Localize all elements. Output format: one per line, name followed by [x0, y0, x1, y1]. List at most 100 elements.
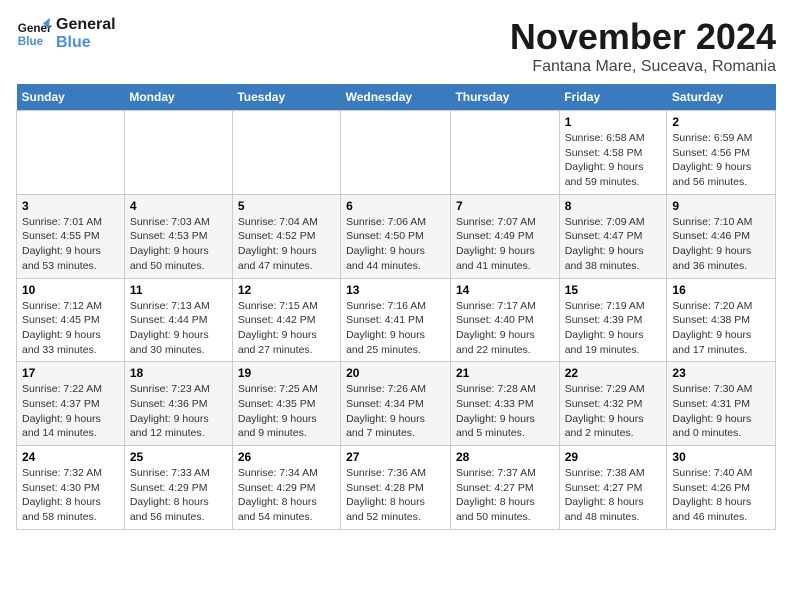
day-cell: 24Sunrise: 7:32 AM Sunset: 4:30 PM Dayli…: [17, 446, 125, 530]
calendar-header-row: SundayMondayTuesdayWednesdayThursdayFrid…: [17, 84, 776, 111]
day-cell: 15 Sunrise: 7:19 AM Sunset: 4:39 PM Dayli…: [559, 278, 667, 362]
location-title: Fantana Mare, Suceava, Romania: [510, 58, 776, 76]
day-cell: 5 Sunrise: 7:04 AM Sunset: 4:52 PM Daylig…: [232, 194, 340, 278]
day-cell: 4 Sunrise: 7:03 AM Sunset: 4:53 PM Daylig…: [124, 194, 232, 278]
day-cell: 3 Sunrise: 7:01 AM Sunset: 4:55 PM Daylig…: [17, 194, 125, 278]
day-info: Sunrise: 7:40 AM Sunset: 4:26 PM Dayligh…: [672, 466, 770, 525]
day-info: Sunrise: 7:26 AM Sunset: 4:34 PM Dayligh…: [346, 382, 445, 441]
week-row-3: 10Sunrise: 7:12 AM Sunset: 4:45 PM Dayli…: [17, 278, 776, 362]
day-info: Sunrise: 7:03 AM Sunset: 4:53 PM Dayligh…: [130, 215, 227, 274]
day-number: 9: [672, 199, 770, 213]
page-header: General Blue General Blue November 2024 …: [16, 16, 776, 76]
day-info: Sunrise: 7:36 AM Sunset: 4:28 PM Dayligh…: [346, 466, 445, 525]
day-info: Sunrise: 7:15 AM Sunset: 4:42 PM Dayligh…: [238, 299, 335, 358]
day-cell: 2 Sunrise: 6:59 AM Sunset: 4:56 PM Daylig…: [667, 111, 776, 195]
day-info: Sunrise: 7:20 AM Sunset: 4:38 PM Dayligh…: [672, 299, 770, 358]
day-cell: 17 Sunrise: 7:22 AM Sunset: 4:37 PM Dayli…: [17, 362, 125, 446]
day-number: 8: [565, 199, 662, 213]
day-info: Sunrise: 7:28 AM Sunset: 4:33 PM Dayligh…: [456, 382, 554, 441]
day-number: 1: [565, 115, 662, 129]
title-section: November 2024 Fantana Mare, Suceava, Rom…: [510, 16, 776, 76]
day-cell: 14 Sunrise: 7:17 AM Sunset: 4:40 PM Dayli…: [450, 278, 559, 362]
day-cell: 21 Sunrise: 7:28 AM Sunset: 4:33 PM Dayli…: [450, 362, 559, 446]
day-number: 28: [456, 450, 554, 464]
day-info: Sunrise: 6:58 AM Sunset: 4:58 PM Dayligh…: [565, 131, 662, 190]
day-cell: 29Sunrise: 7:38 AM Sunset: 4:27 PM Dayli…: [559, 446, 667, 530]
day-number: 4: [130, 199, 227, 213]
day-number: 17: [22, 366, 119, 380]
day-number: 20: [346, 366, 445, 380]
day-cell: 23 Sunrise: 7:30 AM Sunset: 4:31 PM Dayli…: [667, 362, 776, 446]
day-number: 21: [456, 366, 554, 380]
day-info: Sunrise: 7:33 AM Sunset: 4:29 PM Dayligh…: [130, 466, 227, 525]
day-cell: [124, 111, 232, 195]
day-cell: 30 Sunrise: 7:40 AM Sunset: 4:26 PM Dayli…: [667, 446, 776, 530]
month-title: November 2024: [510, 16, 776, 58]
day-number: 15: [565, 283, 662, 297]
day-number: 14: [456, 283, 554, 297]
day-info: Sunrise: 7:19 AM Sunset: 4:39 PM Dayligh…: [565, 299, 662, 358]
logo-icon: General Blue: [16, 16, 52, 52]
day-info: Sunrise: 7:29 AM Sunset: 4:32 PM Dayligh…: [565, 382, 662, 441]
week-row-1: 1 Sunrise: 6:58 AM Sunset: 4:58 PM Daylig…: [17, 111, 776, 195]
day-number: 3: [22, 199, 119, 213]
day-cell: 1 Sunrise: 6:58 AM Sunset: 4:58 PM Daylig…: [559, 111, 667, 195]
day-number: 5: [238, 199, 335, 213]
day-cell: 8 Sunrise: 7:09 AM Sunset: 4:47 PM Daylig…: [559, 194, 667, 278]
day-number: 18: [130, 366, 227, 380]
day-cell: 28 Sunrise: 7:37 AM Sunset: 4:27 PM Dayli…: [450, 446, 559, 530]
day-number: 2: [672, 115, 770, 129]
day-number: 19: [238, 366, 335, 380]
day-cell: 20 Sunrise: 7:26 AM Sunset: 4:34 PM Dayli…: [341, 362, 451, 446]
logo-line2: Blue: [56, 34, 116, 52]
day-cell: 10Sunrise: 7:12 AM Sunset: 4:45 PM Dayli…: [17, 278, 125, 362]
day-cell: 18 Sunrise: 7:23 AM Sunset: 4:36 PM Dayli…: [124, 362, 232, 446]
day-info: Sunrise: 6:59 AM Sunset: 4:56 PM Dayligh…: [672, 131, 770, 190]
day-cell: 9Sunrise: 7:10 AM Sunset: 4:46 PM Daylig…: [667, 194, 776, 278]
svg-text:Blue: Blue: [18, 35, 44, 48]
day-info: Sunrise: 7:06 AM Sunset: 4:50 PM Dayligh…: [346, 215, 445, 274]
column-header-sunday: Sunday: [17, 84, 125, 111]
day-number: 27: [346, 450, 445, 464]
day-info: Sunrise: 7:09 AM Sunset: 4:47 PM Dayligh…: [565, 215, 662, 274]
day-number: 29: [565, 450, 662, 464]
day-cell: [232, 111, 340, 195]
column-header-saturday: Saturday: [667, 84, 776, 111]
day-number: 26: [238, 450, 335, 464]
day-info: Sunrise: 7:07 AM Sunset: 4:49 PM Dayligh…: [456, 215, 554, 274]
day-info: Sunrise: 7:13 AM Sunset: 4:44 PM Dayligh…: [130, 299, 227, 358]
day-number: 12: [238, 283, 335, 297]
day-cell: 22 Sunrise: 7:29 AM Sunset: 4:32 PM Dayli…: [559, 362, 667, 446]
day-info: Sunrise: 7:04 AM Sunset: 4:52 PM Dayligh…: [238, 215, 335, 274]
day-cell: 12 Sunrise: 7:15 AM Sunset: 4:42 PM Dayli…: [232, 278, 340, 362]
day-cell: [450, 111, 559, 195]
day-cell: [17, 111, 125, 195]
column-header-tuesday: Tuesday: [232, 84, 340, 111]
day-info: Sunrise: 7:25 AM Sunset: 4:35 PM Dayligh…: [238, 382, 335, 441]
day-info: Sunrise: 7:17 AM Sunset: 4:40 PM Dayligh…: [456, 299, 554, 358]
day-info: Sunrise: 7:37 AM Sunset: 4:27 PM Dayligh…: [456, 466, 554, 525]
day-number: 23: [672, 366, 770, 380]
day-info: Sunrise: 7:22 AM Sunset: 4:37 PM Dayligh…: [22, 382, 119, 441]
day-number: 30: [672, 450, 770, 464]
column-header-friday: Friday: [559, 84, 667, 111]
day-number: 22: [565, 366, 662, 380]
day-cell: 26Sunrise: 7:34 AM Sunset: 4:29 PM Dayli…: [232, 446, 340, 530]
day-number: 7: [456, 199, 554, 213]
calendar-table: SundayMondayTuesdayWednesdayThursdayFrid…: [16, 84, 776, 530]
day-cell: 27 Sunrise: 7:36 AM Sunset: 4:28 PM Dayli…: [341, 446, 451, 530]
day-info: Sunrise: 7:23 AM Sunset: 4:36 PM Dayligh…: [130, 382, 227, 441]
week-row-5: 24Sunrise: 7:32 AM Sunset: 4:30 PM Dayli…: [17, 446, 776, 530]
day-cell: 7 Sunrise: 7:07 AM Sunset: 4:49 PM Daylig…: [450, 194, 559, 278]
day-cell: 25Sunrise: 7:33 AM Sunset: 4:29 PM Dayli…: [124, 446, 232, 530]
day-cell: 16Sunrise: 7:20 AM Sunset: 4:38 PM Dayli…: [667, 278, 776, 362]
day-cell: 6Sunrise: 7:06 AM Sunset: 4:50 PM Daylig…: [341, 194, 451, 278]
day-info: Sunrise: 7:12 AM Sunset: 4:45 PM Dayligh…: [22, 299, 119, 358]
day-info: Sunrise: 7:32 AM Sunset: 4:30 PM Dayligh…: [22, 466, 119, 525]
day-cell: 13Sunrise: 7:16 AM Sunset: 4:41 PM Dayli…: [341, 278, 451, 362]
logo-line1: General: [56, 16, 116, 34]
day-info: Sunrise: 7:30 AM Sunset: 4:31 PM Dayligh…: [672, 382, 770, 441]
day-number: 13: [346, 283, 445, 297]
logo: General Blue General Blue: [16, 16, 116, 52]
day-info: Sunrise: 7:01 AM Sunset: 4:55 PM Dayligh…: [22, 215, 119, 274]
